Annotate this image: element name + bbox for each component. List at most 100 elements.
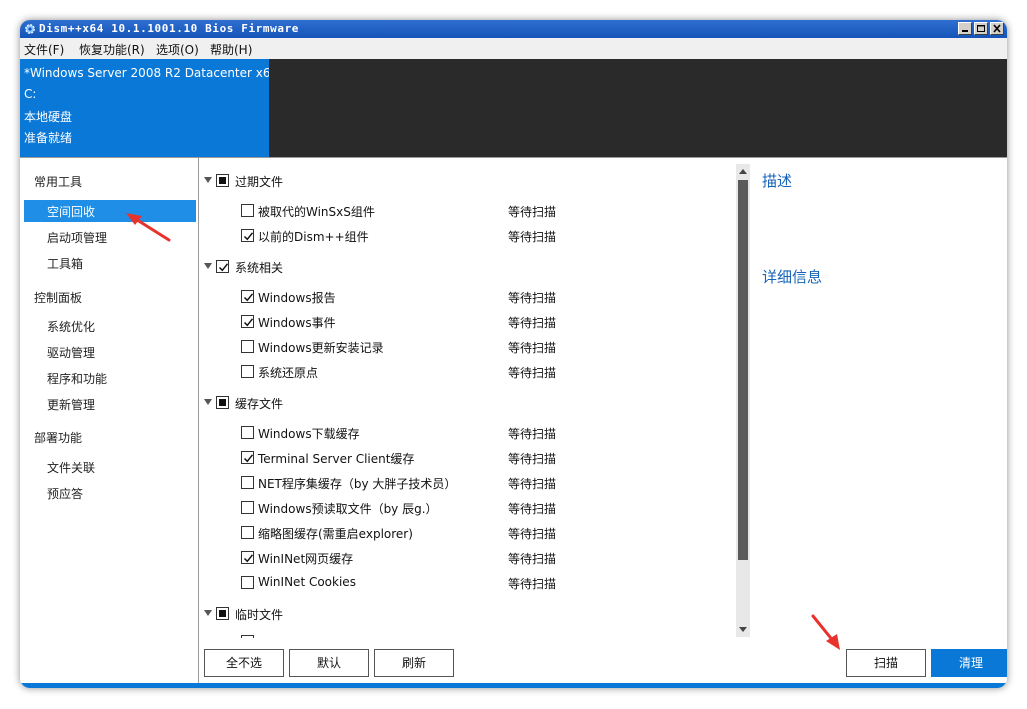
category-checkbox[interactable] <box>216 260 229 273</box>
checkmark-icon <box>243 232 254 241</box>
item-label: WinINet网页缓存 <box>258 552 354 566</box>
list-item[interactable]: 被取代的WinSxS组件 等待扫描 <box>199 200 733 222</box>
default-button[interactable]: 默认 <box>289 649 369 677</box>
sidebar-item-space-recovery[interactable]: 空间回收 <box>24 200 196 222</box>
item-status: 等待扫描 <box>508 366 557 380</box>
list-scrollbar[interactable] <box>736 164 750 637</box>
gear-icon <box>25 24 35 34</box>
item-checkbox[interactable] <box>241 204 254 217</box>
list-item[interactable]: Windows预读取文件（by 辰g.） 等待扫描 <box>199 497 733 519</box>
item-checkbox[interactable] <box>241 551 254 564</box>
list-item[interactable]: 系统还原点 等待扫描 <box>199 361 733 383</box>
close-button[interactable] <box>990 22 1004 35</box>
menu-help[interactable]: 帮助(H) <box>210 41 252 58</box>
sidebar: 常用工具 空间回收 启动项管理 工具箱 控制面板 系统优化 驱动管理 程序和功能… <box>20 157 199 685</box>
list-item[interactable]: WinINet网页缓存 等待扫描 <box>199 547 733 569</box>
list-item[interactable]: 以前的Dism++组件 等待扫描 <box>199 225 733 247</box>
sidebar-item-label: 文件关联 <box>47 461 96 475</box>
clean-button[interactable]: 清理 <box>931 649 1007 677</box>
item-status: 等待扫描 <box>508 316 557 330</box>
item-label: Windows事件 <box>258 316 336 330</box>
scroll-thumb[interactable] <box>738 180 748 560</box>
category-row[interactable]: 临时文件 <box>199 603 733 625</box>
item-checkbox[interactable] <box>241 229 254 242</box>
refresh-button[interactable]: 刷新 <box>374 649 454 677</box>
checkmark-icon <box>243 318 254 327</box>
minimize-icon <box>962 30 968 32</box>
item-status: 等待扫描 <box>508 477 557 491</box>
sidebar-item-label: 程序和功能 <box>47 372 108 386</box>
item-status: 等待扫描 <box>508 452 557 466</box>
item-status: 等待扫描 <box>508 502 557 516</box>
maximize-icon <box>977 25 985 32</box>
item-checkbox[interactable] <box>241 576 254 589</box>
sidebar-item-answer-file[interactable]: 预应答 <box>24 482 196 504</box>
list-item[interactable]: Windows更新安装记录 等待扫描 <box>199 336 733 358</box>
item-checkbox[interactable] <box>241 501 254 514</box>
item-status: 等待扫描 <box>508 341 557 355</box>
menu-recovery[interactable]: 恢复功能(R) <box>79 41 145 58</box>
item-label: Terminal Server Client缓存 <box>258 452 415 466</box>
category-checkbox[interactable] <box>216 396 229 409</box>
item-checkbox[interactable] <box>241 426 254 439</box>
category-row[interactable]: 缓存文件 <box>199 392 733 414</box>
close-icon <box>993 24 1001 33</box>
sidebar-item-label: 预应答 <box>47 487 84 501</box>
sidebar-item-updates[interactable]: 更新管理 <box>24 393 196 415</box>
item-checkbox[interactable] <box>241 451 254 464</box>
window-title: Dism++x64 10.1.1001.10 Bios Firmware <box>39 22 300 35</box>
list-item[interactable]: Windows事件 等待扫描 <box>199 311 733 333</box>
category-row[interactable]: 系统相关 <box>199 256 733 278</box>
sidebar-item-label: 启动项管理 <box>47 231 108 245</box>
item-status: 等待扫描 <box>508 552 557 566</box>
cleanup-list: 过期文件 被取代的WinSxS组件 等待扫描 以前的Dism++组件 等待扫描 … <box>199 158 733 638</box>
os-name: *Windows Server 2008 R2 Datacenter x64 <box>24 66 279 80</box>
item-status: 等待扫描 <box>508 427 557 441</box>
list-item[interactable]: Terminal Server Client缓存 等待扫描 <box>199 447 733 469</box>
sidebar-item-drivers[interactable]: 驱动管理 <box>24 341 196 363</box>
item-label: NET程序集缓存（by 大胖子技术员） <box>258 477 457 491</box>
list-item[interactable]: WinINet Cookies 等待扫描 <box>199 572 733 594</box>
expand-triangle-icon[interactable] <box>204 177 212 183</box>
expand-triangle-icon[interactable] <box>204 263 212 269</box>
sidebar-item-toolbox[interactable]: 工具箱 <box>24 252 196 274</box>
os-image-tile[interactable]: *Windows Server 2008 R2 Datacenter x64 C… <box>20 59 278 157</box>
maximize-button[interactable] <box>974 22 988 35</box>
category-checkbox[interactable] <box>216 174 229 187</box>
minimize-button[interactable] <box>958 22 972 35</box>
category-row[interactable]: 过期文件 <box>199 170 733 192</box>
sidebar-item-file-assoc[interactable]: 文件关联 <box>24 456 196 478</box>
list-item[interactable]: 缩略图缓存(需重启explorer) 等待扫描 <box>199 522 733 544</box>
list-item[interactable]: Windows报告 等待扫描 <box>199 286 733 308</box>
sidebar-item-label: 系统优化 <box>47 320 96 334</box>
item-checkbox[interactable] <box>241 476 254 489</box>
scan-button[interactable]: 扫描 <box>846 649 926 677</box>
item-status: 等待扫描 <box>508 527 557 541</box>
category-label: 过期文件 <box>235 175 284 189</box>
deselect-all-button[interactable]: 全不选 <box>204 649 284 677</box>
description-heading: 描述 <box>762 172 793 190</box>
sidebar-item-startup[interactable]: 启动项管理 <box>24 226 196 248</box>
sidebar-item-label: 更新管理 <box>47 398 96 412</box>
item-checkbox[interactable] <box>241 340 254 353</box>
sidebar-group-control-panel: 控制面板 <box>34 291 83 305</box>
expand-triangle-icon[interactable] <box>204 610 212 616</box>
scroll-down-icon[interactable] <box>739 627 747 632</box>
sidebar-item-programs[interactable]: 程序和功能 <box>24 367 196 389</box>
item-checkbox[interactable] <box>241 315 254 328</box>
list-item[interactable]: NET程序集缓存（by 大胖子技术员） 等待扫描 <box>199 472 733 494</box>
item-label: 缩略图缓存(需重启explorer) <box>258 527 413 541</box>
list-item[interactable]: Windows下载缓存 等待扫描 <box>199 422 733 444</box>
item-checkbox[interactable] <box>241 526 254 539</box>
menu-file[interactable]: 文件(F) <box>24 41 64 58</box>
menu-options[interactable]: 选项(O) <box>156 41 199 58</box>
category-checkbox[interactable] <box>216 607 229 620</box>
item-checkbox[interactable] <box>241 290 254 303</box>
sidebar-item-label: 空间回收 <box>47 205 96 219</box>
item-status: 等待扫描 <box>508 577 557 591</box>
expand-triangle-icon[interactable] <box>204 399 212 405</box>
scroll-up-icon[interactable] <box>739 169 747 174</box>
details-heading: 详细信息 <box>762 268 823 286</box>
item-checkbox[interactable] <box>241 365 254 378</box>
sidebar-item-system-optimize[interactable]: 系统优化 <box>24 315 196 337</box>
